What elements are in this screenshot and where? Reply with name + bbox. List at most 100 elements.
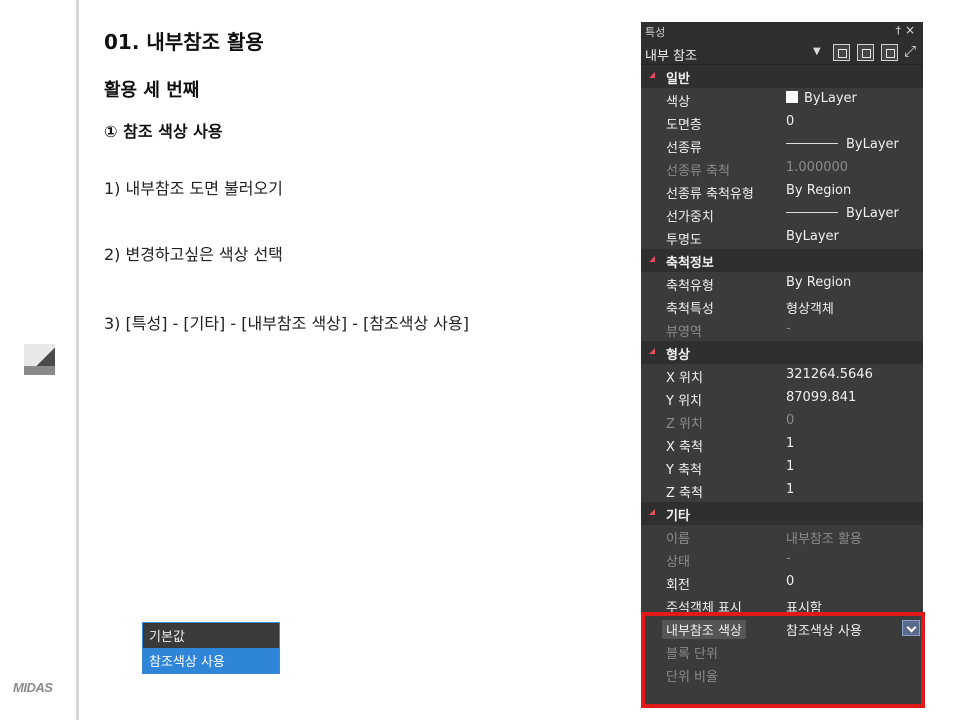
property-value[interactable]: 표시함 (786, 597, 822, 616)
property-value[interactable]: 1 (786, 436, 794, 451)
property-label: 회전 (666, 578, 690, 593)
property-row[interactable]: 내부참조 색상 참조색상 사용 (641, 617, 923, 640)
property-row[interactable]: Z 위치 0 (641, 410, 923, 433)
slide-thumbnail-icon[interactable] (24, 344, 55, 375)
property-value[interactable]: 87099.841 (786, 390, 856, 405)
property-row[interactable]: 이름 내부참조 활용 (641, 525, 923, 548)
chevron-down-icon[interactable]: ▼ (813, 46, 821, 57)
property-row[interactable]: 선종류 축척 1.000000 (641, 157, 923, 180)
property-label: 상태 (666, 555, 690, 570)
property-row[interactable]: X 축척 1 (641, 433, 923, 456)
property-value[interactable]: By Region (786, 275, 851, 290)
collapse-triangle-icon[interactable] (649, 72, 655, 78)
properties-palette: 특성 † × 내부 참조 ▼ ⤢ 일반색상 ByLayer 도면층 0 선종류 ByLay… (641, 22, 923, 708)
property-rows: 일반 색상 ByLayer 도면층 0 선종류 ByLayer 선종류 축척 1.000000 선… (641, 65, 923, 686)
property-label: X 위치 (666, 371, 703, 386)
property-value[interactable]: By Region (786, 183, 851, 198)
select-objects-icon[interactable] (857, 44, 874, 61)
property-value[interactable]: 0 (786, 114, 794, 129)
step-3: 3) [특성] - [기타] - [내부참조 색상] - [참조색상 사용] (104, 314, 469, 333)
pin-icon[interactable]: † (896, 24, 902, 37)
property-row[interactable]: Y 위치 87099.841 (641, 387, 923, 410)
property-value[interactable]: 참조색상 사용 (786, 620, 862, 639)
slide-subtitle: 활용 세 번째 (104, 80, 200, 101)
property-row[interactable]: 회전 0 (641, 571, 923, 594)
property-label: 투명도 (666, 233, 702, 248)
property-label: 선종류 축척 (666, 164, 730, 179)
palette-titlebar[interactable]: 특성 † × (641, 22, 923, 41)
property-row[interactable]: 선가중치 ByLayer (641, 203, 923, 226)
slide-title: 01. 내부참조 활용 (104, 30, 264, 54)
property-value[interactable]: 0 (786, 574, 794, 589)
property-row[interactable]: Z 축척 1 (641, 479, 923, 502)
dropdown-chevron-icon[interactable] (902, 620, 920, 636)
property-row[interactable]: 상태 - (641, 548, 923, 571)
category-0[interactable]: 일반 (641, 65, 923, 88)
property-label: 단위 비율 (666, 670, 718, 685)
property-value[interactable]: ByLayer (786, 91, 857, 106)
property-value[interactable]: 형상객체 (786, 298, 834, 317)
property-row[interactable]: 단위 비율 (641, 663, 923, 686)
category-3[interactable]: 기타 (641, 502, 923, 525)
property-value[interactable]: ByLayer (786, 137, 899, 152)
property-label: 내부참조 색상 (662, 620, 746, 639)
toggle-pickadd-icon[interactable] (833, 44, 850, 61)
property-row[interactable]: 선종류 ByLayer (641, 134, 923, 157)
category-1[interactable]: 축척정보 (641, 249, 923, 272)
category-2[interactable]: 형상 (641, 341, 923, 364)
pin-panel-icon[interactable]: ⤢ (904, 42, 916, 60)
category-label: 일반 (666, 72, 690, 87)
property-row[interactable]: 도면층 0 (641, 111, 923, 134)
rail-divider (76, 0, 79, 720)
property-row[interactable]: 색상 ByLayer (641, 88, 923, 111)
property-row[interactable]: 투명도 ByLayer (641, 226, 923, 249)
property-value[interactable]: 1 (786, 482, 794, 497)
object-type-select[interactable]: 내부 참조 ▼ ⤢ (641, 41, 923, 65)
property-value[interactable]: 1 (786, 459, 794, 474)
property-row[interactable]: 뷰영역 - (641, 318, 923, 341)
color-dropdown-list[interactable]: 기본값 참조색상 사용 (142, 622, 280, 674)
category-label: 축척정보 (666, 256, 714, 271)
property-label: Y 축척 (666, 463, 702, 478)
property-value[interactable]: - (786, 321, 791, 336)
property-label: 도면층 (666, 118, 702, 133)
collapse-triangle-icon[interactable] (649, 256, 655, 262)
property-value[interactable]: ByLayer (786, 206, 899, 221)
dropdown-option[interactable]: 참조색상 사용 (143, 648, 279, 673)
linetype-preview-icon (786, 143, 838, 144)
property-value[interactable]: 내부참조 활용 (786, 528, 862, 547)
category-label: 기타 (666, 509, 690, 524)
property-value[interactable]: 1.000000 (786, 160, 848, 175)
property-label: 뷰영역 (666, 325, 702, 340)
property-row[interactable]: 주석객체 표시 표시함 (641, 594, 923, 617)
step-2: 2) 변경하고싶은 색상 선택 (104, 245, 283, 264)
quick-select-icon[interactable] (881, 44, 898, 61)
property-row[interactable]: Y 축척 1 (641, 456, 923, 479)
dropdown-option[interactable]: 기본값 (143, 623, 279, 648)
property-value[interactable]: ByLayer (786, 229, 839, 244)
collapse-triangle-icon[interactable] (649, 509, 655, 515)
property-row[interactable]: 축척특성 형상객체 (641, 295, 923, 318)
property-value[interactable]: - (786, 551, 791, 566)
property-value[interactable]: 0 (786, 413, 794, 428)
property-label: 주석객체 표시 (666, 601, 742, 616)
color-swatch-icon (786, 91, 798, 103)
property-label: 선종류 축척유형 (666, 187, 754, 202)
property-label: 선종류 (666, 141, 702, 156)
left-rail: MIDAS (0, 0, 80, 720)
step-1: 1) 내부참조 도면 불러오기 (104, 179, 283, 198)
object-type-label: 내부 참조 (645, 49, 697, 64)
property-value[interactable]: 321264.5646 (786, 367, 873, 382)
property-row[interactable]: 블록 단위 (641, 640, 923, 663)
property-row[interactable]: 선종류 축척유형 By Region (641, 180, 923, 203)
close-icon[interactable]: × (905, 23, 915, 37)
property-label: Z 축척 (666, 486, 703, 501)
property-label: 축척유형 (666, 279, 714, 294)
property-label: 블록 단위 (666, 647, 718, 662)
property-label: 색상 (666, 95, 690, 110)
collapse-triangle-icon[interactable] (649, 348, 655, 354)
property-row[interactable]: 축척유형 By Region (641, 272, 923, 295)
property-label: X 축척 (666, 440, 703, 455)
step-heading: ① 참조 색상 사용 (104, 122, 223, 141)
property-row[interactable]: X 위치 321264.5646 (641, 364, 923, 387)
